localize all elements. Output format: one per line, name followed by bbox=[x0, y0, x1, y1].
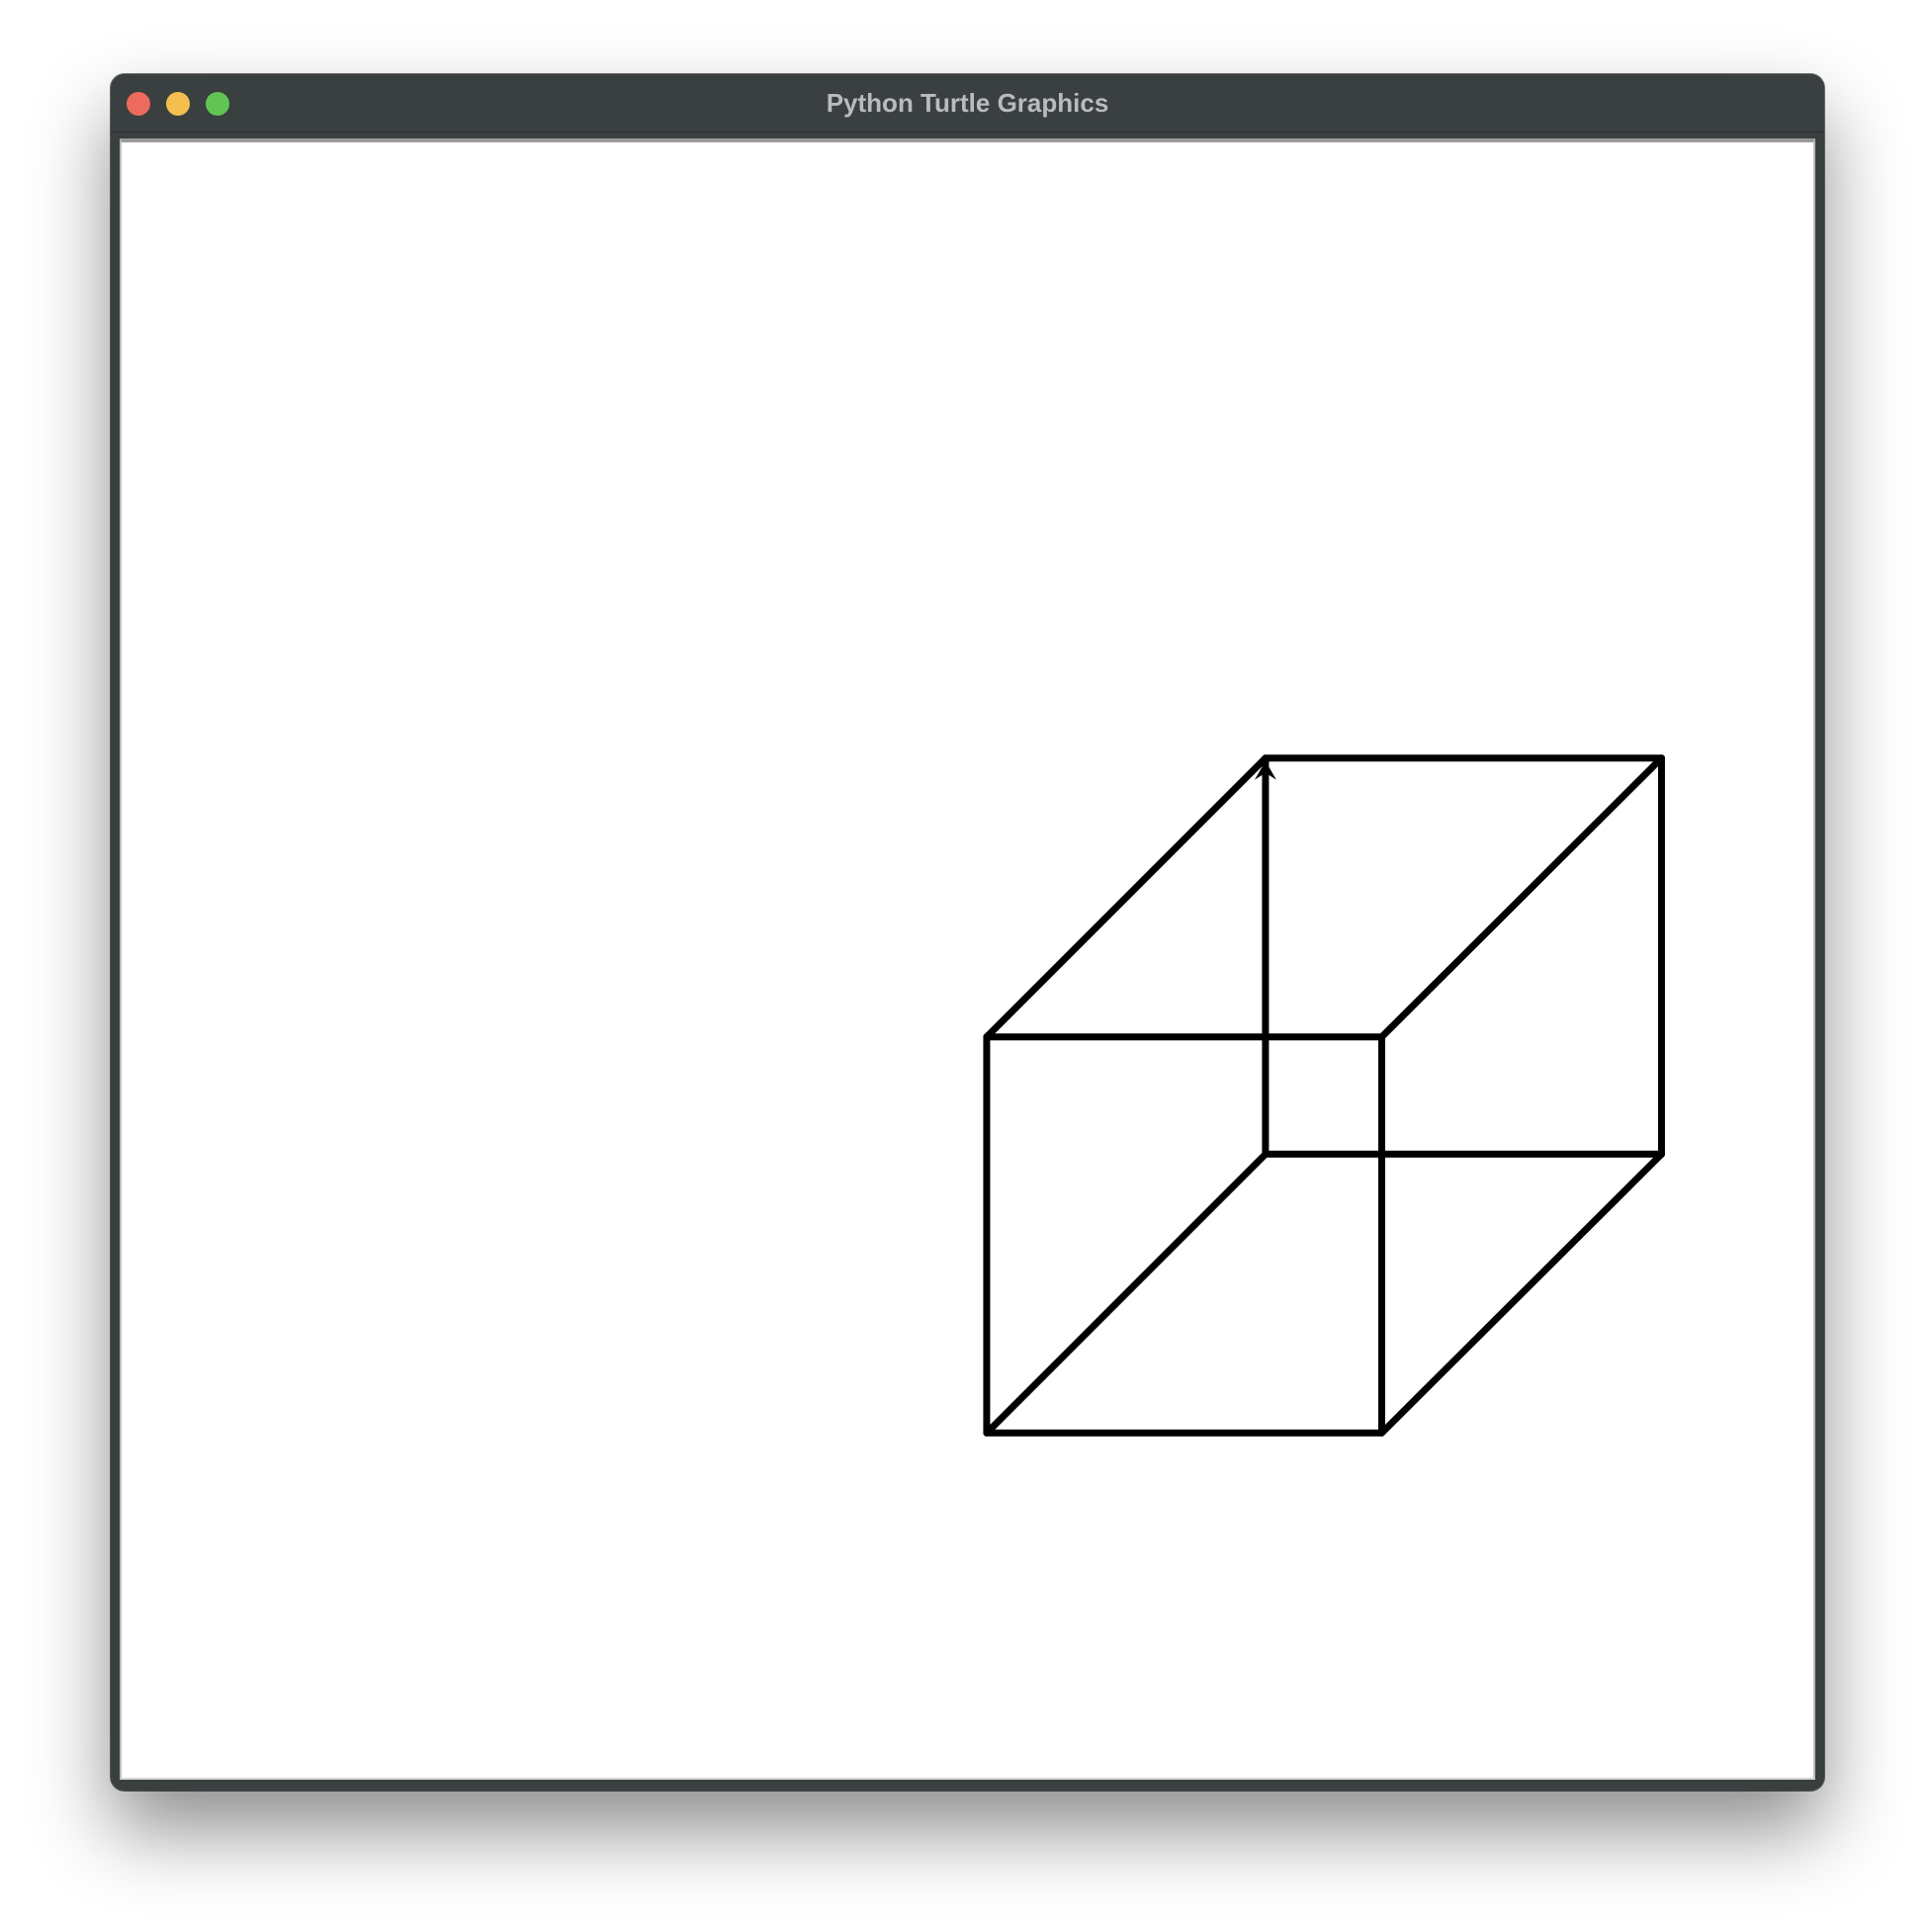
title-bar[interactable]: Python Turtle Graphics bbox=[111, 74, 1824, 132]
window-title: Python Turtle Graphics bbox=[826, 88, 1109, 118]
diagonal-top-left bbox=[983, 754, 1270, 1041]
desktop: Python Turtle Graphics bbox=[0, 0, 1930, 1932]
cube-drawing bbox=[983, 754, 1665, 1437]
diagonal-bottom-right bbox=[1377, 1150, 1665, 1437]
drawing-surface bbox=[983, 754, 1665, 1437]
turtle-window: Python Turtle Graphics bbox=[111, 74, 1824, 1791]
diagonal-top-right bbox=[1377, 754, 1665, 1041]
turtle-canvas[interactable] bbox=[120, 138, 1815, 1780]
diagonal-bottom-left bbox=[983, 1150, 1270, 1437]
